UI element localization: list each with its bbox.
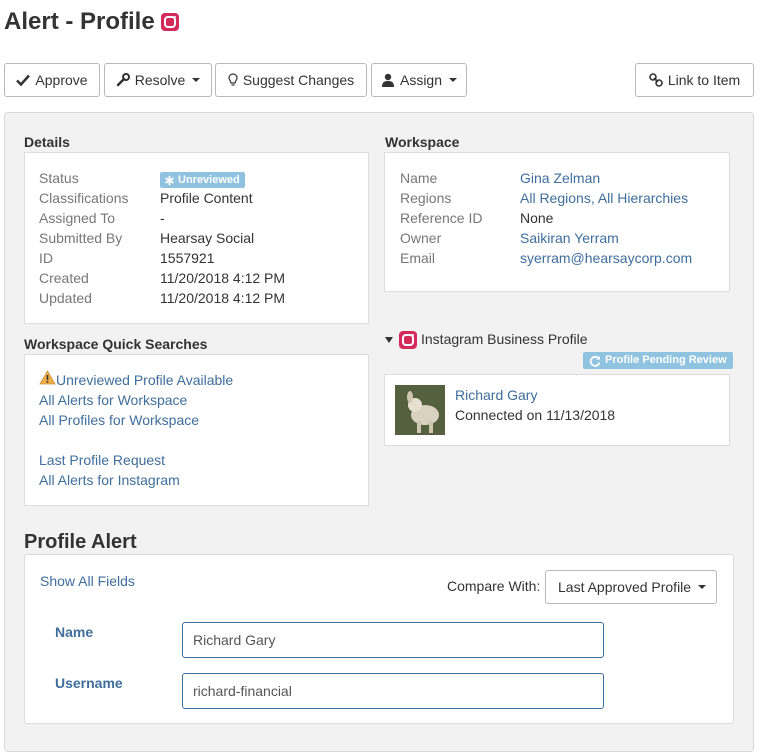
- username-field[interactable]: richard-financial: [182, 673, 604, 709]
- asterisk-icon: [165, 175, 174, 185]
- warning-icon: [39, 370, 56, 385]
- status-value: Unreviewed: [178, 174, 240, 186]
- name-field-value: Richard Gary: [193, 632, 276, 648]
- instagram-icon: [399, 331, 417, 349]
- assigned-to-value: -: [160, 210, 165, 226]
- user-icon: [381, 73, 394, 87]
- page-title-text: Alert - Profile: [4, 8, 155, 35]
- compare-with-dropdown[interactable]: Last Approved Profile: [545, 570, 717, 604]
- pending-review-label: Profile Pending Review: [605, 354, 727, 366]
- email-label: Email: [400, 250, 436, 266]
- assign-label: Assign: [399, 72, 443, 88]
- lightbulb-icon: [228, 73, 238, 86]
- username-field-label: Username: [55, 675, 123, 691]
- link-to-item-label: Link to Item: [667, 72, 741, 88]
- name-field[interactable]: Richard Gary: [182, 622, 604, 658]
- quick-search-link[interactable]: Unreviewed Profile Available: [56, 372, 233, 388]
- chevron-down-icon: [698, 585, 707, 589]
- profile-name-link[interactable]: Richard Gary: [455, 387, 537, 403]
- avatar: [395, 385, 445, 435]
- submitted-by-value: Hearsay Social: [160, 230, 255, 246]
- resolve-label: Resolve: [134, 72, 186, 88]
- workspace-name-link[interactable]: Gina Zelman: [520, 170, 600, 186]
- instagram-icon: [160, 13, 179, 31]
- compare-with-label: Compare With:: [447, 578, 541, 594]
- quick-search-link[interactable]: All Alerts for Workspace: [39, 392, 187, 408]
- chevron-down-icon: [192, 78, 201, 82]
- created-label: Created: [39, 270, 89, 286]
- workspace-name-label: Name: [400, 170, 438, 186]
- status-badge: Unreviewed: [160, 172, 245, 188]
- page-title: Alert - Profile: [4, 8, 179, 36]
- approve-button[interactable]: Approve: [4, 63, 100, 97]
- owner-label: Owner: [400, 230, 442, 246]
- pending-review-badge: Profile Pending Review: [583, 352, 733, 369]
- approve-label: Approve: [35, 72, 88, 88]
- compare-with-value: Last Approved Profile: [558, 579, 692, 595]
- updated-label: Updated: [39, 290, 92, 306]
- regions-label: Regions: [400, 190, 452, 206]
- reference-id-label: Reference ID: [400, 210, 483, 226]
- wrench-icon: [116, 73, 130, 87]
- workspace-heading: Workspace: [385, 134, 460, 150]
- regions-link[interactable]: All Regions, All Hierarchies: [520, 190, 688, 206]
- quick-search-link[interactable]: All Alerts for Instagram: [39, 472, 180, 488]
- id-value: 1557921: [160, 250, 215, 266]
- suggest-changes-button[interactable]: Suggest Changes: [215, 63, 367, 97]
- updated-value: 11/20/2018 4:12 PM: [160, 290, 286, 306]
- quick-search-link[interactable]: All Profiles for Workspace: [39, 412, 199, 428]
- quick-searches-heading: Workspace Quick Searches: [24, 336, 208, 352]
- reference-id-value: None: [520, 210, 554, 226]
- show-all-fields-link[interactable]: Show All Fields: [40, 573, 135, 589]
- classifications-value: Profile Content: [160, 190, 253, 206]
- refresh-icon: [589, 355, 601, 367]
- business-profile-heading: Instagram Business Profile: [421, 331, 588, 347]
- assigned-to-label: Assigned To: [39, 210, 116, 226]
- id-label: ID: [39, 250, 53, 266]
- status-label: Status: [39, 170, 79, 186]
- username-field-value: richard-financial: [193, 683, 292, 699]
- chevron-down-icon: [449, 78, 458, 82]
- email-link[interactable]: syerram@hearsaycorp.com: [520, 250, 692, 266]
- assign-button[interactable]: Assign: [371, 63, 467, 97]
- resolve-button[interactable]: Resolve: [104, 63, 212, 97]
- connected-date: Connected on 11/13/2018: [455, 407, 616, 423]
- profile-alert-heading: Profile Alert: [24, 531, 137, 553]
- check-icon: [16, 74, 31, 86]
- link-to-item-button[interactable]: Link to Item: [635, 63, 754, 97]
- avatar-image: [395, 385, 445, 435]
- suggest-changes-label: Suggest Changes: [242, 72, 355, 88]
- collapse-toggle-icon[interactable]: [385, 336, 393, 344]
- link-icon: [649, 73, 663, 87]
- details-heading: Details: [24, 134, 70, 150]
- created-value: 11/20/2018 4:12 PM: [160, 270, 286, 286]
- classifications-label: Classifications: [39, 190, 129, 206]
- owner-link[interactable]: Saikiran Yerram: [520, 230, 619, 246]
- quick-search-link[interactable]: Last Profile Request: [39, 452, 165, 468]
- submitted-by-label: Submitted By: [39, 230, 123, 246]
- name-field-label: Name: [55, 624, 94, 640]
